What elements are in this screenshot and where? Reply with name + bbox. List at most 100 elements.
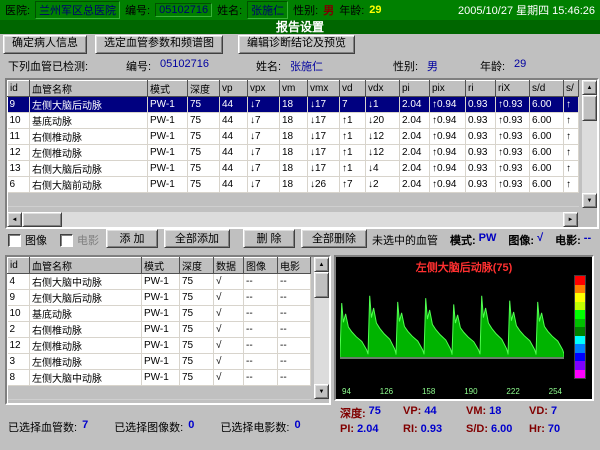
table-row[interactable]: 10基底动脉PW-17544↓718↓17↑1↓202.04↑0.940.93↑… (8, 113, 579, 129)
column-header[interactable]: vd (340, 81, 366, 97)
param-label: VM: (466, 405, 486, 421)
table-cell: ↓17 (308, 129, 340, 145)
table-cell: 75 (180, 274, 214, 290)
table-cell: 18 (280, 145, 308, 161)
add-button[interactable]: 添 加 (106, 229, 158, 248)
table1-vertical-scrollbar[interactable]: ▲ ▼ (582, 80, 597, 208)
table-cell: -- (278, 290, 311, 306)
color-scale-segment (575, 319, 585, 328)
column-header[interactable]: 深度 (180, 258, 214, 274)
table-cell: ↓4 (366, 161, 400, 177)
table-row[interactable]: 6右侧大脑前动脉PW-17544↓718↓26↑7↓22.04↑0.940.93… (8, 177, 579, 193)
table-cell: -- (278, 354, 311, 370)
delete-all-button[interactable]: 全部删除 (301, 229, 367, 248)
delete-button[interactable]: 删 除 (243, 229, 295, 248)
table-row[interactable]: 12左侧椎动脉PW-17544↓718↓17↑1↓122.04↑0.940.93… (8, 145, 579, 161)
scroll-down-icon[interactable]: ▼ (582, 193, 597, 208)
table-row[interactable]: 11右侧椎动脉PW-17544↓718↓17↑1↓122.04↑0.940.93… (8, 129, 579, 145)
scroll-up-icon[interactable]: ▲ (582, 80, 597, 95)
add-all-button[interactable]: 全部添加 (164, 229, 230, 248)
column-header[interactable]: vpx (248, 81, 280, 97)
param-value: 7 (551, 405, 557, 421)
movie-checkbox[interactable] (60, 234, 73, 247)
table-row[interactable]: 13右侧大脑后动脉PW-17544↓718↓17↑1↓42.04↑0.940.9… (8, 161, 579, 177)
table1-hscroll-thumb[interactable] (22, 212, 62, 227)
color-scale-segment (575, 370, 585, 379)
unselected-vessel-info: 未选中的血管 模式:PW 图像:√ 电影:-- (372, 232, 591, 248)
column-header[interactable]: vp (220, 81, 248, 97)
param-label: PI: (340, 423, 354, 435)
image-checkbox[interactable] (8, 234, 21, 247)
column-header[interactable]: 模式 (142, 258, 180, 274)
column-header[interactable]: pix (430, 81, 466, 97)
scroll-left-icon[interactable]: ◄ (7, 212, 22, 227)
table-cell: 0.93 (466, 145, 496, 161)
table1-horizontal-scrollbar[interactable]: ◄ ► (7, 212, 578, 227)
tab-vessel-params-spectrum[interactable]: 选定血管参数和频谱图 (95, 35, 223, 54)
table-cell: 4 (8, 274, 30, 290)
column-header[interactable]: vdx (366, 81, 400, 97)
column-header[interactable]: s/d (530, 81, 564, 97)
column-header[interactable]: pi (400, 81, 430, 97)
table-row[interactable]: 10基底动脉PW-175√---- (8, 306, 311, 322)
column-header[interactable]: 图像 (244, 258, 278, 274)
table-row[interactable]: 8左侧大脑中动脉PW-175√---- (8, 370, 311, 386)
table2-vertical-scrollbar[interactable]: ▲ ▼ (314, 257, 329, 399)
column-header[interactable]: id (8, 258, 30, 274)
column-header[interactable]: 电影 (278, 258, 311, 274)
scroll-down-icon[interactable]: ▼ (314, 384, 329, 399)
table-cell: 8 (8, 370, 30, 386)
column-header[interactable]: vmx (308, 81, 340, 97)
color-scale-segment (575, 293, 585, 302)
column-header[interactable]: 血管名称 (30, 258, 142, 274)
table-cell: ↓1 (366, 97, 400, 113)
table-row[interactable]: 9左侧大脑后动脉PW-175√---- (8, 290, 311, 306)
table1-vscroll-thumb[interactable] (582, 95, 597, 121)
tab-patient-info[interactable]: 确定病人信息 (3, 35, 87, 54)
table-row[interactable]: 2右侧椎动脉PW-175√---- (8, 322, 311, 338)
table-cell: ↑0.93 (496, 161, 530, 177)
column-header[interactable]: s/ (564, 81, 579, 97)
table-cell: ↑ (564, 113, 579, 129)
table2-vscroll-track[interactable] (314, 298, 329, 384)
scroll-up-icon[interactable]: ▲ (314, 257, 329, 272)
hospital-value: 兰州军区总医院 (35, 1, 120, 19)
table1-hscroll-track[interactable] (62, 212, 563, 227)
table-cell: ↑1 (340, 129, 366, 145)
table-row[interactable]: 4右侧大脑中动脉PW-175√---- (8, 274, 311, 290)
column-header[interactable]: ri (466, 81, 496, 97)
table-cell: ↑0.94 (430, 161, 466, 177)
page-title: 报告设置 (0, 20, 600, 34)
scroll-right-icon[interactable]: ► (563, 212, 578, 227)
tab-edit-diagnosis-preview[interactable]: 编辑诊断结论及预览 (238, 35, 355, 54)
table1-vscroll-track[interactable] (582, 121, 597, 193)
table-row[interactable]: 3左侧椎动脉PW-175√---- (8, 354, 311, 370)
table-cell: PW-1 (142, 290, 180, 306)
image-checkbox-label: 图像 (25, 232, 47, 248)
param-group: VD:7 (529, 405, 592, 421)
table-row[interactable]: 9左侧大脑后动脉PW-17544↓718↓177↓12.04↑0.940.93↑… (8, 97, 579, 113)
movie-flag-label: 电影: (555, 232, 581, 248)
color-scale-segment (575, 285, 585, 294)
table-cell: 6.00 (530, 129, 564, 145)
table-cell: 6.00 (530, 177, 564, 193)
empty-row (8, 386, 311, 400)
column-header[interactable]: id (8, 81, 30, 97)
patient-id-label: 编号: (125, 2, 150, 18)
x-tick-label: 190 (464, 387, 477, 396)
table-cell: 3 (8, 354, 30, 370)
column-header[interactable]: riX (496, 81, 530, 97)
column-header[interactable]: 模式 (148, 81, 188, 97)
table-cell: 11 (8, 129, 30, 145)
table2-vscroll-thumb[interactable] (314, 272, 329, 298)
table-cell: 44 (220, 129, 248, 145)
mode-value: PW (479, 232, 497, 248)
column-header[interactable]: 数据 (214, 258, 244, 274)
table-row[interactable]: 12左侧椎动脉PW-175√---- (8, 338, 311, 354)
datetime-display: 2005/10/27 星期四 15:46:26 (458, 2, 595, 18)
param-value: 70 (548, 423, 560, 435)
column-header[interactable]: vm (280, 81, 308, 97)
table-cell: 0.93 (466, 129, 496, 145)
column-header[interactable]: 深度 (188, 81, 220, 97)
column-header[interactable]: 血管名称 (30, 81, 148, 97)
